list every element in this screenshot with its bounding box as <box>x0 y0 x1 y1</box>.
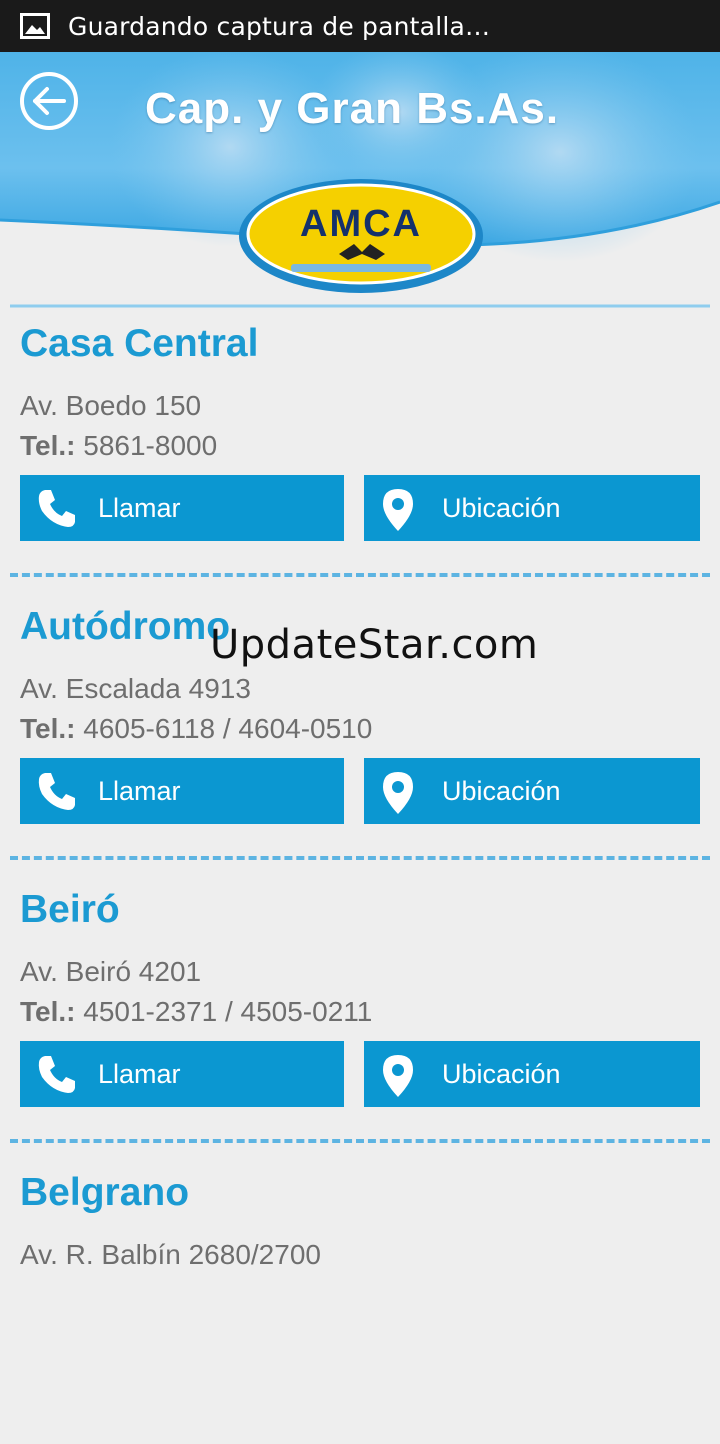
phone-label: Tel.: <box>20 713 76 744</box>
phone-label: Tel.: <box>20 996 76 1027</box>
phone-number: 4501-2371 / 4505-0211 <box>83 996 373 1027</box>
branch-address: Av. Beiró 4201 <box>20 956 202 987</box>
image-icon <box>20 13 50 39</box>
call-button[interactable]: Llamar <box>20 475 344 541</box>
branch-list: Casa Central Av. Boedo 150 Tel.: 5861-80… <box>0 312 720 1444</box>
location-button-label: Ubicación <box>442 776 561 806</box>
branch-phone: Tel.: 5861-8000 <box>20 430 217 462</box>
branch-address: Av. R. Balbín 2680/2700 <box>20 1239 321 1270</box>
phone-number: 4605-6118 / 4604-0510 <box>83 713 373 744</box>
branch-name: Casa Central <box>20 322 259 365</box>
divider <box>10 573 710 577</box>
location-pin-icon <box>383 1055 413 1097</box>
status-text: Guardando captura de pantalla… <box>68 11 491 41</box>
branch-name: Belgrano <box>20 1171 190 1214</box>
back-arrow-icon[interactable] <box>18 70 80 132</box>
branch-address: Av. Escalada 4913 <box>20 673 251 704</box>
location-pin-icon <box>383 772 413 814</box>
branch-name: Beiró <box>20 888 120 931</box>
phone-icon <box>38 1056 75 1093</box>
location-button[interactable]: Ubicación <box>364 758 700 824</box>
branch-name: Autódromo <box>20 605 231 648</box>
call-button[interactable]: Llamar <box>20 1041 344 1107</box>
call-button-label: Llamar <box>98 493 181 523</box>
location-button[interactable]: Ubicación <box>364 1041 700 1107</box>
amca-logo: AMCA <box>239 179 483 293</box>
location-button-label: Ubicación <box>442 1059 561 1089</box>
page-title: Cap. y Gran Bs.As. <box>145 84 560 133</box>
branch-phone: Tel.: 4501-2371 / 4505-0211 <box>20 996 372 1028</box>
phone-icon <box>38 490 75 527</box>
watermark: UpdateStar.com <box>210 622 539 668</box>
svg-text:AMCA: AMCA <box>300 203 422 245</box>
header: Cap. y Gran Bs.As. AMCA <box>0 52 720 310</box>
call-button-label: Llamar <box>98 776 181 806</box>
location-pin-icon <box>383 489 413 531</box>
call-button-label: Llamar <box>98 1059 181 1089</box>
branch-address: Av. Boedo 150 <box>20 390 202 421</box>
location-button-label: Ubicación <box>442 493 561 523</box>
status-bar: Guardando captura de pantalla… <box>0 0 720 52</box>
branch-phone: Tel.: 4605-6118 / 4604-0510 <box>20 713 372 745</box>
list-item: Beiró Av. Beiró 4201 Tel.: 4501-2371 / 4… <box>0 878 720 1161</box>
location-button[interactable]: Ubicación <box>364 475 700 541</box>
phone-number: 5861-8000 <box>83 430 218 461</box>
divider <box>10 856 710 860</box>
divider <box>10 1139 710 1143</box>
phone-label: Tel.: <box>20 430 76 461</box>
phone-icon <box>38 773 75 810</box>
list-item: Belgrano Av. R. Balbín 2680/2700 <box>0 1161 720 1444</box>
list-item: Casa Central Av. Boedo 150 Tel.: 5861-80… <box>0 312 720 595</box>
call-button[interactable]: Llamar <box>20 758 344 824</box>
